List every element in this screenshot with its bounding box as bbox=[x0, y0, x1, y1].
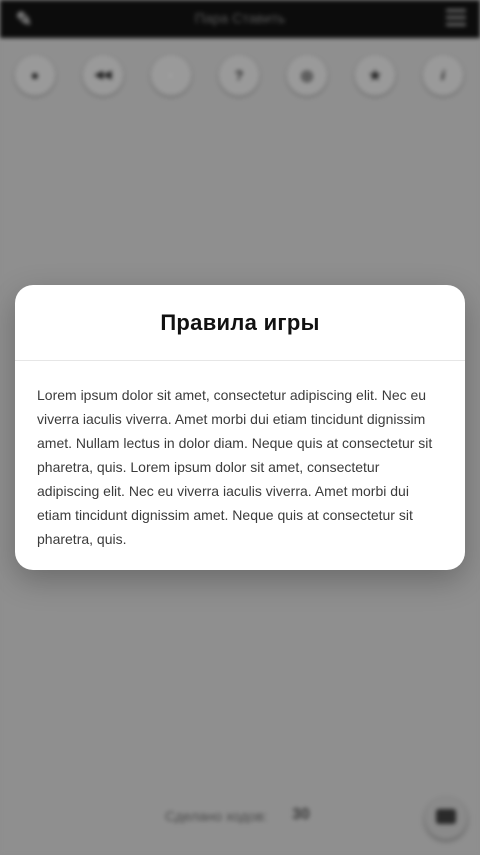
dialog-body-text: Lorem ipsum dolor sit amet, consectetur … bbox=[37, 387, 433, 547]
question-icon[interactable]: ? bbox=[218, 54, 260, 96]
dialog-header: Правила игры bbox=[15, 285, 465, 361]
chat-icon bbox=[436, 809, 456, 824]
dialog-title: Правила игры bbox=[160, 309, 320, 335]
record-icon[interactable]: ● bbox=[14, 54, 56, 96]
moves-count: 30 bbox=[292, 806, 310, 823]
rules-dialog: Правила игры Lorem ipsum dolor sit amet,… bbox=[15, 285, 465, 570]
chat-button[interactable] bbox=[425, 797, 467, 839]
info-icon[interactable]: i bbox=[422, 54, 464, 96]
moves-label: Сделано ходов: bbox=[165, 808, 268, 824]
menu-icon[interactable] bbox=[446, 9, 466, 27]
top-bar: ✎ Пара Ставить bbox=[0, 0, 480, 38]
globe-icon[interactable]: ◎ bbox=[286, 54, 328, 96]
star-icon[interactable]: ★ bbox=[354, 54, 396, 96]
playback-icon[interactable]: ◀◀ bbox=[82, 54, 124, 96]
toolbar: ● ◀◀ · ? ◎ ★ i bbox=[0, 54, 480, 98]
app-title: Пара Ставить bbox=[194, 10, 286, 26]
spark-icon[interactable]: · bbox=[150, 54, 192, 96]
